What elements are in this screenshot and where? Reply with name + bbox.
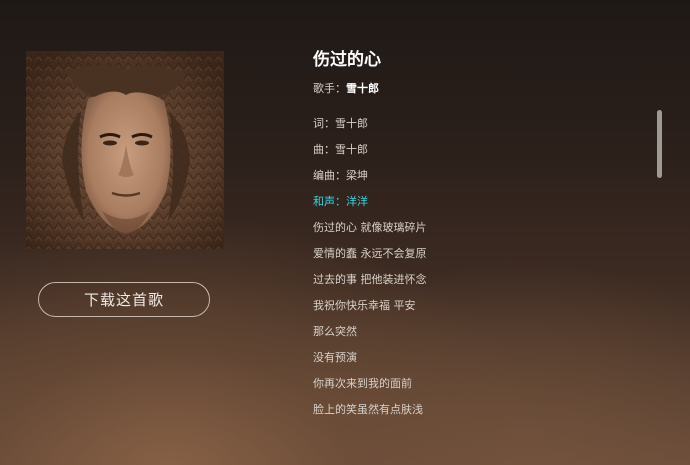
lyrics-list: 词：雪十郎曲：雪十郎编曲：梁坤和声：洋洋伤过的心 就像玻璃碎片 爱情的蠢 永远不会… <box>313 116 633 428</box>
album-cover-art <box>26 51 224 249</box>
lyric-line: 伤过的心 就像玻璃碎片 <box>313 221 427 234</box>
lyric-line: 过去的事 把他装进怀念 <box>313 273 427 286</box>
lyric-line: 我祝你快乐幸福 平安 <box>313 299 416 312</box>
album-cover <box>26 51 224 249</box>
lyric-line: 和声：洋洋 <box>313 195 368 208</box>
lyric-line: 词：雪十郎 <box>313 117 368 130</box>
download-song-label: 下载这首歌 <box>83 291 164 309</box>
singer-label: 歌手： <box>313 82 346 95</box>
song-title: 伤过的心 <box>313 50 381 70</box>
lyric-line: 你再次来到我的面前 <box>313 377 412 390</box>
lyric-line: 那么突然 <box>313 325 357 338</box>
lyrics-scrollbar[interactable] <box>657 110 663 410</box>
lyric-line: 曲：雪十郎 <box>313 143 368 156</box>
lyric-line: 爱情的蠢 永远不会复原 <box>313 247 427 260</box>
lyric-line: 脸上的笑虽然有点肤浅 <box>313 403 423 416</box>
lyric-line: 没有预演 <box>313 351 357 364</box>
singer-row: 歌手：雪十郎 <box>313 81 633 97</box>
download-song-button[interactable]: 下载这首歌 <box>38 282 210 317</box>
song-info: 伤过的心 歌手：雪十郎 <box>313 48 633 97</box>
lyrics-scrollbar-thumb[interactable] <box>657 110 662 178</box>
singer-name[interactable]: 雪十郎 <box>346 82 379 95</box>
lyric-line: 编曲：梁坤 <box>313 169 368 182</box>
